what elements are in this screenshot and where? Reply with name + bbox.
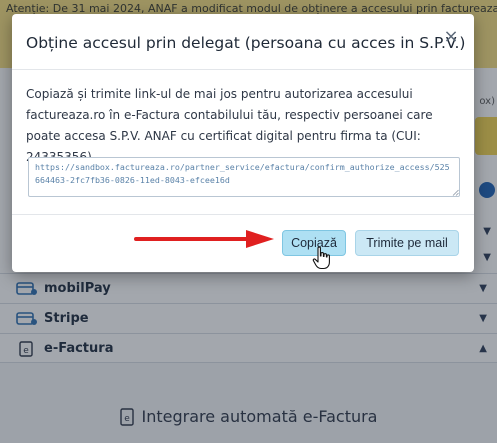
modal-header: Obține accesul prin delegat (persoana cu… [12,14,474,70]
resize-grip-icon[interactable] [452,189,459,196]
hand-cursor-icon [312,246,330,270]
arrow-right-icon [134,230,274,248]
authorize-link-field[interactable]: https://sandbox.factureaza.ro/partner_se… [28,157,460,197]
send-mail-button[interactable]: Trimite pe mail [355,230,459,256]
modal-description: Copiază și trimite link-ul de mai jos pe… [26,87,433,164]
modal-title: Obține accesul prin delegat (persoana cu… [26,34,466,52]
close-icon[interactable]: × [440,26,462,48]
